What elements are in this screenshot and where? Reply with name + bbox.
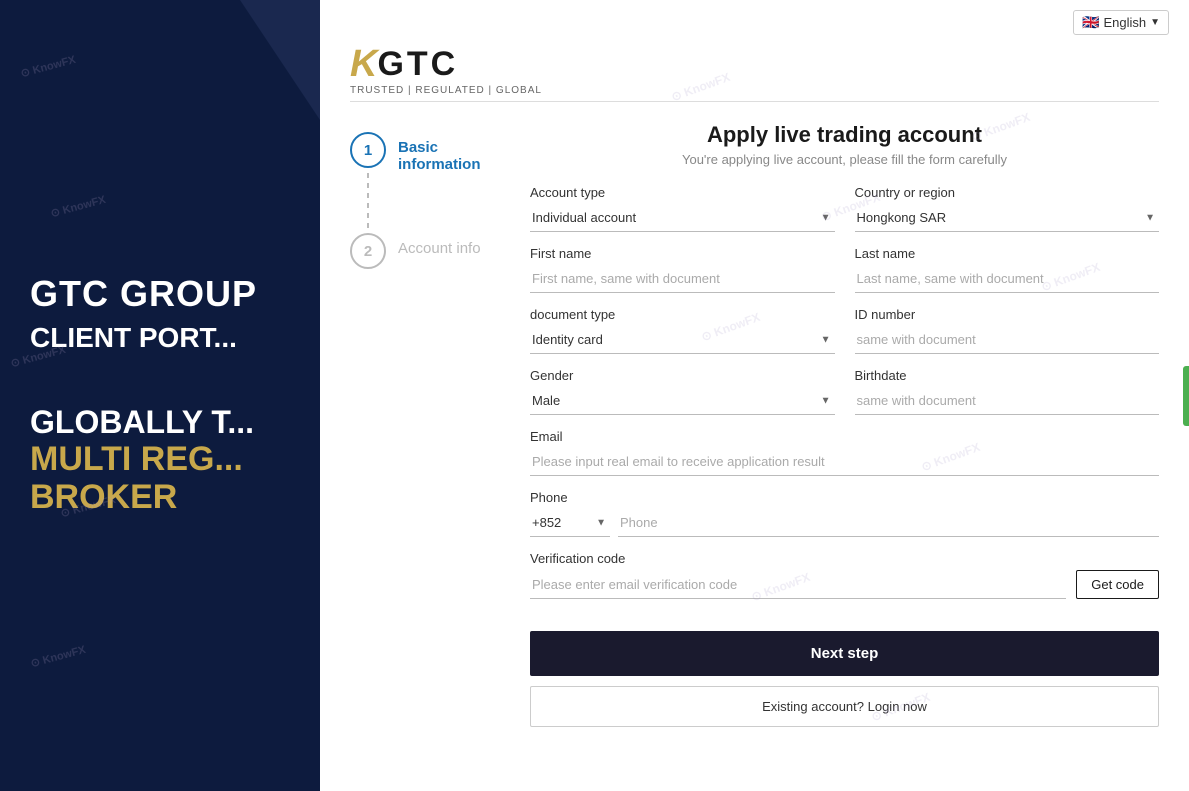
email-label: Email [530, 429, 1159, 444]
last-name-group: Last name [855, 246, 1160, 293]
existing-account-button[interactable]: Existing account? Login now [530, 686, 1159, 727]
gender-group: Gender Male Female [530, 368, 835, 415]
gender-label: Gender [530, 368, 835, 383]
phone-code-wrapper: +852 +86 +1 +44 [530, 509, 610, 537]
country-group: Country or region Hongkong SAR Mainland … [855, 185, 1160, 232]
doc-type-select[interactable]: Identity card Passport Driver license [530, 326, 835, 354]
doc-type-label: document type [530, 307, 835, 322]
step-2: 2 Account info [350, 233, 510, 269]
bg-title5: BROKER [30, 478, 290, 517]
logo-tagline: TRUSTED | REGULATED | GLOBAL [350, 85, 1159, 96]
birthdate-group: Birthdate [855, 368, 1160, 415]
account-type-group: Account type Individual account Corporat… [530, 185, 835, 232]
logo-k: K [350, 45, 377, 83]
form-title: Apply live trading account [530, 122, 1159, 148]
language-label: English [1103, 15, 1146, 30]
email-group: Email [530, 429, 1159, 476]
step-2-circle: 2 [350, 233, 386, 269]
phone-group: Phone +852 +86 +1 +44 [530, 490, 1159, 537]
row-email: Email [530, 429, 1159, 476]
step-1-number: 1 [364, 142, 372, 159]
step-1-circle: 1 [350, 132, 386, 168]
account-type-label: Account type [530, 185, 835, 200]
bg-title2: CLIENT PORT... [30, 322, 290, 354]
id-number-input[interactable] [855, 326, 1160, 354]
bg-title1: GTC GROUP [30, 274, 290, 314]
birthdate-input[interactable] [855, 387, 1160, 415]
green-bar [1183, 366, 1189, 426]
language-selector[interactable]: 🇬🇧 English ▼ [1073, 10, 1169, 35]
chevron-down-icon: ▼ [1150, 17, 1160, 28]
account-type-select[interactable]: Individual account Corporate account [530, 204, 835, 232]
logo-area: K GTC TRUSTED | REGULATED | GLOBAL [320, 35, 1189, 101]
id-number-label: ID number [855, 307, 1160, 322]
next-step-button[interactable]: Next step [530, 631, 1159, 676]
logo: K GTC [350, 45, 1159, 83]
first-name-label: First name [530, 246, 835, 261]
verification-group: Verification code Get code [530, 551, 1159, 599]
steps-sidebar: 1 Basic information 2 Account info [350, 122, 510, 727]
step-1-label: Basic information [398, 132, 510, 173]
id-number-group: ID number [855, 307, 1160, 354]
form-panel: 🇬🇧 English ▼ K GTC TRUSTED | REGULATED |… [320, 0, 1189, 791]
gender-select-wrapper: Male Female [530, 387, 835, 415]
birthdate-label: Birthdate [855, 368, 1160, 383]
bg-title4: MULTI REG... [30, 441, 290, 478]
gender-select[interactable]: Male Female [530, 387, 835, 415]
step-2-number: 2 [364, 243, 372, 260]
row-verification: Verification code Get code [530, 551, 1159, 599]
verification-input-wrap [530, 571, 1066, 599]
row-names: First name Last name [530, 246, 1159, 293]
last-name-input[interactable] [855, 265, 1160, 293]
country-label: Country or region [855, 185, 1160, 200]
country-select-wrapper: Hongkong SAR Mainland China Others [855, 204, 1160, 232]
verification-code-input[interactable] [530, 571, 1066, 599]
phone-number-input[interactable] [618, 509, 1159, 537]
step-connector [367, 173, 369, 233]
step-1: 1 Basic information [350, 132, 510, 173]
verification-label: Verification code [530, 551, 1159, 566]
email-input[interactable] [530, 448, 1159, 476]
last-name-label: Last name [855, 246, 1160, 261]
top-bar: 🇬🇧 English ▼ [320, 0, 1189, 35]
first-name-group: First name [530, 246, 835, 293]
country-select[interactable]: Hongkong SAR Mainland China Others [855, 204, 1160, 232]
background-left: GTC GROUP CLIENT PORT... GLOBALLY T... M… [0, 0, 320, 791]
account-type-select-wrapper: Individual account Corporate account [530, 204, 835, 232]
flag-icon: 🇬🇧 [1082, 14, 1099, 31]
row-gender-birth: Gender Male Female Birthdate [530, 368, 1159, 415]
first-name-input[interactable] [530, 265, 835, 293]
verification-input-row: Get code [530, 570, 1159, 599]
step-2-label: Account info [398, 233, 481, 257]
form-subtitle: You're applying live account, please fil… [530, 152, 1159, 167]
phone-input-row: +852 +86 +1 +44 [530, 509, 1159, 537]
form-area: Apply live trading account You're applyi… [530, 122, 1159, 727]
row-phone: Phone +852 +86 +1 +44 [530, 490, 1159, 537]
phone-code-select[interactable]: +852 +86 +1 +44 [530, 509, 610, 537]
doc-type-group: document type Identity card Passport Dri… [530, 307, 835, 354]
row-document: document type Identity card Passport Dri… [530, 307, 1159, 354]
get-code-button[interactable]: Get code [1076, 570, 1159, 599]
row-account-country: Account type Individual account Corporat… [530, 185, 1159, 232]
phone-label: Phone [530, 490, 1159, 505]
bg-title3: GLOBALLY T... [30, 404, 290, 441]
doc-type-select-wrapper: Identity card Passport Driver license [530, 326, 835, 354]
logo-gtc: GTC [377, 47, 458, 81]
